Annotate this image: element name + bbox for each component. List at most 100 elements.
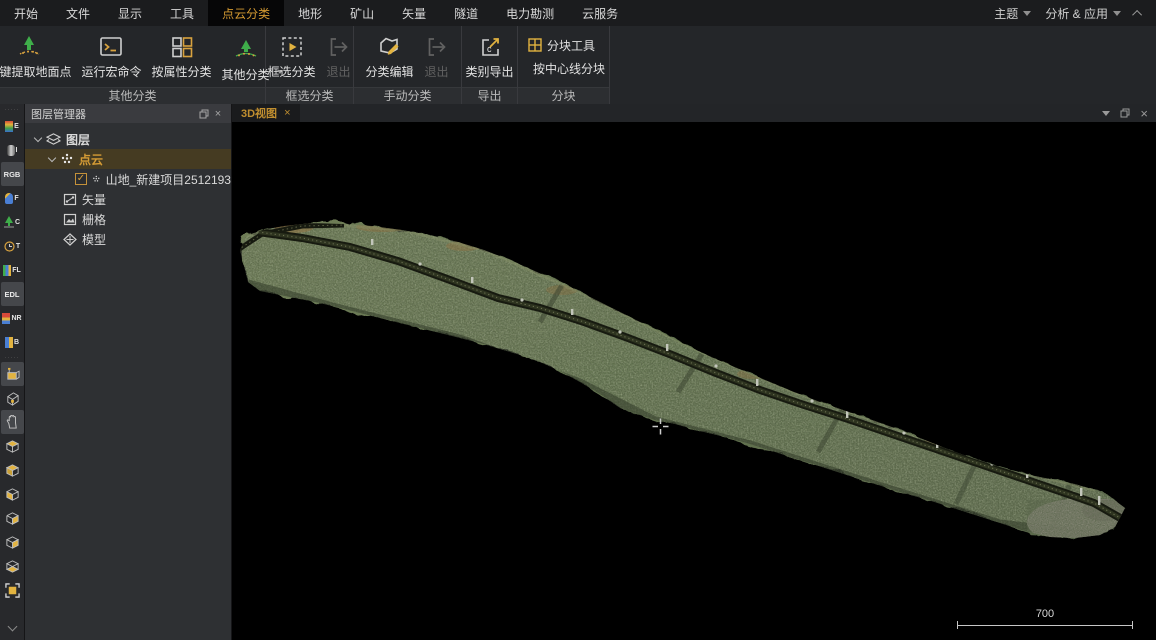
mode-letter: I — [16, 147, 18, 154]
menu-tab-power-survey[interactable]: 电力勘测 — [492, 0, 568, 26]
display-by-feature-button[interactable]: F — [1, 186, 24, 210]
theme-dropdown[interactable]: 主题 — [994, 5, 1031, 22]
block-tool-icon — [528, 38, 542, 52]
display-by-return-number-button[interactable]: NR — [1, 306, 24, 330]
menu-tab-pointcloud-classify[interactable]: 点云分类 — [208, 0, 284, 26]
vector-icon — [63, 193, 77, 206]
intensity-icon — [7, 145, 15, 156]
analysis-apps-dropdown[interactable]: 分析 & 应用 — [1045, 5, 1121, 22]
layer-manager-panel: 图层管理器 × 图层 — [25, 104, 232, 640]
ribbon-group-label: 分块 — [518, 87, 609, 104]
box-select-classify-button[interactable]: 框选分类 — [263, 28, 321, 87]
float-panel-icon[interactable] — [197, 107, 211, 121]
top-view-button[interactable] — [1, 434, 24, 458]
bottom-view-button[interactable] — [1, 554, 24, 578]
mode-letter: B — [14, 339, 19, 346]
chevron-down-icon — [1023, 11, 1031, 16]
tab-3d-view[interactable]: 3D视图 × — [232, 104, 300, 122]
menu-tabs: 开始 文件 显示 工具 点云分类 地形 矿山 矢量 隧道 电力勘测 云服务 — [0, 0, 632, 26]
pan-tool-button[interactable] — [1, 410, 24, 434]
display-by-intensity-button[interactable]: I — [1, 138, 24, 162]
analysis-apps-label: 分析 & 应用 — [1045, 5, 1108, 22]
front-view-button[interactable] — [1, 530, 24, 554]
close-tab-icon[interactable]: × — [284, 107, 290, 119]
cube-bottom-icon — [5, 559, 20, 574]
collapse-chevron-icon[interactable] — [48, 153, 56, 161]
collapse-ribbon-icon[interactable] — [1132, 9, 1142, 19]
menubar-right: 主题 分析 & 应用 — [994, 0, 1156, 26]
more-tools-chevron[interactable] — [1, 616, 24, 640]
mode-letter: EDL — [5, 290, 20, 299]
menu-tab-mining[interactable]: 矿山 — [336, 0, 388, 26]
ribbon-group-block: 分块工具 按中心线分块 分块 — [518, 26, 610, 104]
menu-tab-display[interactable]: 显示 — [104, 0, 156, 26]
tree-row-pointcloud[interactable]: 点云 — [25, 149, 231, 169]
block-tool-button[interactable]: 分块工具 — [522, 36, 609, 55]
restore-view-icon[interactable] — [1120, 108, 1130, 118]
viewport-3d[interactable]: 700 — [232, 122, 1156, 640]
manual-classify-exit-button[interactable]: 退出 — [419, 28, 455, 87]
display-blend-button[interactable]: B — [1, 330, 24, 354]
tree-row-vector[interactable]: 矢量 — [25, 189, 231, 209]
ribbon-group-box-select-classify: 框选分类 退出 框选分类 — [266, 26, 354, 104]
point-cloud-render — [232, 122, 1156, 640]
display-by-class-button[interactable]: C — [1, 210, 24, 234]
button-label: 框选分类 — [268, 65, 316, 79]
close-view-icon[interactable]: × — [1140, 108, 1148, 119]
category-export-icon: c — [477, 32, 503, 62]
iso-view-button[interactable] — [1, 458, 24, 482]
orbit-view-button[interactable] — [1, 386, 24, 410]
display-by-flightline-button[interactable]: FL — [1, 258, 24, 282]
run-macro-button[interactable]: 运行宏命令 — [76, 28, 146, 87]
mode-letter: NR — [11, 315, 21, 322]
point-cloud-icon — [92, 173, 101, 185]
right-view-button[interactable] — [1, 506, 24, 530]
menu-tab-tools[interactable]: 工具 — [156, 0, 208, 26]
tree-row-layers-root[interactable]: 图层 — [25, 129, 231, 149]
elevation-ramp-icon — [5, 121, 13, 132]
extract-ground-icon — [16, 32, 42, 62]
menu-tab-start[interactable]: 开始 — [0, 0, 52, 26]
box-select-exit-button[interactable]: 退出 — [321, 28, 357, 87]
tree-label: 山地_新建项目2512193 — [106, 171, 231, 188]
toolbar-separator: ····· — [5, 354, 20, 362]
display-by-time-button[interactable]: T — [1, 234, 24, 258]
display-by-rgb-button[interactable]: RGB — [1, 162, 24, 186]
tree-row-raster[interactable]: 栅格 — [25, 209, 231, 229]
scale-bar: 700 — [957, 608, 1133, 629]
button-label: 分块工具 — [547, 37, 595, 54]
display-by-elevation-button[interactable]: E — [1, 114, 24, 138]
full-extent-icon — [5, 583, 20, 598]
button-label: 退出 — [424, 65, 448, 79]
pick-tool-button[interactable] — [1, 362, 24, 386]
tab-list-chevron-icon[interactable] — [1102, 111, 1110, 116]
cube-top-icon — [5, 439, 20, 454]
cube-left-icon — [5, 487, 20, 502]
mode-letter: C — [15, 219, 20, 226]
collapse-chevron-icon[interactable] — [34, 133, 42, 141]
tree-row-model[interactable]: 模型 — [25, 229, 231, 249]
menu-tab-tunnel[interactable]: 隧道 — [440, 0, 492, 26]
classify-edit-button[interactable]: 分类编辑 — [360, 28, 418, 87]
menu-tab-file[interactable]: 文件 — [52, 0, 104, 26]
menu-tab-terrain[interactable]: 地形 — [284, 0, 336, 26]
left-view-button[interactable] — [1, 482, 24, 506]
layer-visibility-checkbox[interactable]: ✓ — [75, 173, 87, 185]
block-by-centerline-button[interactable]: 按中心线分块 — [522, 59, 609, 78]
button-label: 分类编辑 — [365, 65, 413, 79]
extract-ground-points-button[interactable]: 一键提取地面点 — [0, 28, 76, 87]
mode-letter: T — [16, 243, 20, 250]
category-export-button[interactable]: c 类别导出 — [461, 28, 519, 87]
zoom-extent-button[interactable] — [1, 578, 24, 602]
classify-by-attribute-button[interactable]: 按属性分类 — [147, 28, 217, 87]
menu-tab-cloud-service[interactable]: 云服务 — [568, 0, 632, 26]
display-edl-button[interactable]: EDL — [1, 282, 24, 306]
tree-label: 矢量 — [82, 191, 106, 208]
theme-label: 主题 — [994, 5, 1018, 22]
tree-row-pointcloud-item[interactable]: ✓ 山地_新建项目2512193 — [25, 169, 231, 189]
menu-tab-vector[interactable]: 矢量 — [388, 0, 440, 26]
ribbon-group-export: c 类别导出 导出 — [462, 26, 518, 104]
ribbon-group-label: 导出 — [462, 87, 517, 104]
close-panel-icon[interactable]: × — [211, 107, 225, 121]
run-macro-icon — [98, 32, 124, 62]
